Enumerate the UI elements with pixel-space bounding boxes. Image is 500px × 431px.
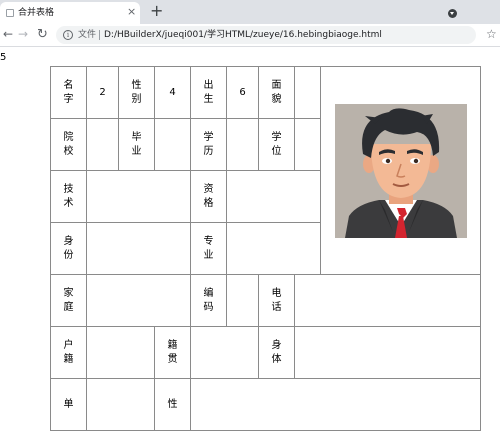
identity-label: 身份 [50,222,87,275]
nature-label: 性 [154,378,191,431]
address-divider [99,30,100,40]
education-label: 学历 [190,118,227,171]
new-tab-button[interactable]: + [150,2,163,20]
qualification-value [226,170,321,223]
photo-cell [320,66,481,275]
household-label: 户籍 [50,326,87,379]
name-value: 2 [86,66,119,119]
origin-value [190,326,259,379]
origin-label: 籍贯 [154,326,191,379]
degree-value [294,118,321,171]
birth-label: 出生 [190,66,227,119]
appearance-label: 面貌 [258,66,295,119]
tab-search-icon[interactable] [448,9,457,18]
resume-table: 名字 2 性别 4 出生 6 面貌 院 校 毕 业 学 历 学 位 技 术 资 … [50,66,481,431]
birth-value: 6 [226,66,259,119]
major-label: 专业 [190,222,227,275]
identity-value [86,222,191,275]
household-value [86,326,155,379]
code-value [226,274,259,327]
gender-label: 性别 [118,66,155,119]
skill-label: 技术 [50,170,87,223]
home-label: 家庭 [50,274,87,327]
body-label: 身体 [258,326,295,379]
phone-value [294,274,481,327]
page-favicon-icon [6,9,14,17]
bookmark-star-icon[interactable]: ☆ [486,27,497,42]
name-label: 名字 [50,66,87,119]
appearance-value [294,66,321,119]
graduate-value [154,118,191,171]
info-icon[interactable]: i [63,30,73,40]
browser-toolbar: ← → ↻ i 文件 D:/HBuilderX/jueqi001/学习HTML/… [0,24,500,47]
table-row: 户籍 籍贯 身体 [50,326,481,379]
table-row: 名字 2 性别 4 出生 6 面貌 [50,66,481,275]
file-scheme-label: 文件 [78,30,97,40]
page-text: 5 [0,52,7,63]
address-bar[interactable]: i 文件 D:/HBuilderX/jueqi001/学习HTML/zueye/… [56,26,476,44]
table-row: 家庭 编码 电话 [50,274,481,327]
back-button[interactable]: ← [3,27,13,42]
forward-button[interactable]: → [18,27,28,42]
url-text[interactable]: D:/HBuilderX/jueqi001/学习HTML/zueye/16.he… [104,29,382,41]
skill-value [86,170,191,223]
unit-value [86,378,155,431]
browser-tabstrip: 合并表格 × + [0,0,500,24]
browser-tab[interactable]: 合并表格 × [0,2,140,24]
education-value [226,118,259,171]
school-value [86,118,119,171]
graduate-label: 毕业 [118,118,155,171]
nature-value [190,378,481,431]
unit-label: 单 [50,378,87,431]
tab-close-icon[interactable]: × [127,5,136,19]
code-label: 编码 [190,274,227,327]
qualification-label: 资格 [190,170,227,223]
table-row: 单 性 [50,378,481,431]
tab-title: 合并表格 [18,8,55,18]
cartoon-man-avatar-icon [334,103,467,238]
home-value [86,274,191,327]
degree-label: 学位 [258,118,295,171]
phone-label: 电话 [258,274,295,327]
major-value [226,222,321,275]
school-label: 院校 [50,118,87,171]
gender-value: 4 [154,66,191,119]
body-value [294,326,481,379]
reload-button[interactable]: ↻ [37,27,48,42]
